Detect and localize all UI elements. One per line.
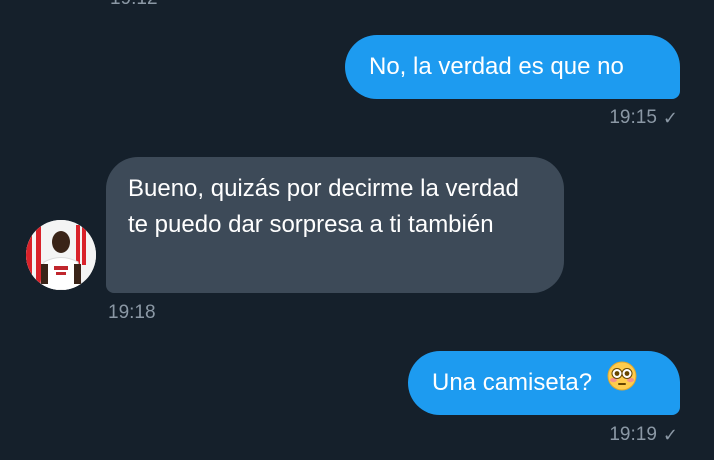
- message-text: Bueno, quizás por decirme la verdad te p…: [128, 175, 519, 238]
- avatar-image: [26, 220, 96, 290]
- avatar[interactable]: [26, 220, 96, 290]
- message-meta: 19:15 ✓: [609, 107, 678, 129]
- sent-check-icon: ✓: [662, 107, 678, 128]
- message-text: Una camiseta?: [432, 369, 593, 396]
- received-message-bubble[interactable]: Bueno, quizás por decirme la verdad te p…: [106, 157, 564, 293]
- message-timestamp: 19:15: [609, 107, 657, 128]
- message-timestamp: 19:18: [108, 302, 156, 323]
- message-timestamp-partial: 19:12: [110, 0, 158, 10]
- message-meta: 19:18: [108, 302, 156, 324]
- sent-check-icon: ✓: [662, 424, 678, 445]
- message-timestamp: 19:19: [609, 424, 657, 445]
- message-text: No, la verdad es que no: [369, 53, 624, 80]
- sent-message-bubble[interactable]: Una camiseta?: [408, 351, 680, 415]
- flushed-face-icon: [607, 361, 637, 402]
- message-meta: 19:19 ✓: [609, 424, 678, 446]
- sent-message-bubble[interactable]: No, la verdad es que no: [345, 35, 680, 99]
